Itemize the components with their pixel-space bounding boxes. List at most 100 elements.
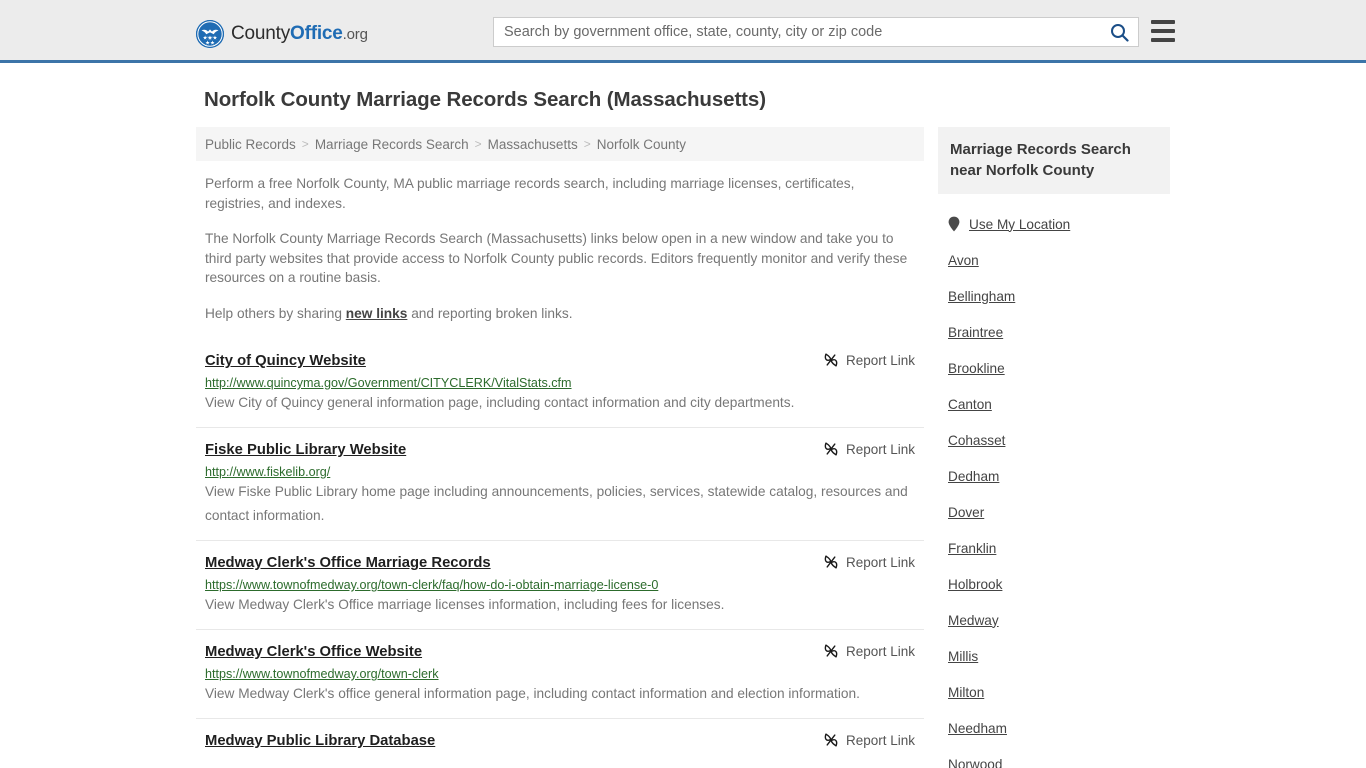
use-my-location-link[interactable]: Use My Location	[969, 217, 1070, 232]
intro-text-before: Help others by sharing	[205, 305, 346, 321]
hamburger-menu-button[interactable]	[1151, 20, 1175, 42]
report-link-button[interactable]: Report Link	[823, 554, 915, 570]
intro-paragraph-3: Help others by sharing new links and rep…	[196, 304, 924, 324]
site-logo-text: CountyOffice.org	[231, 23, 368, 45]
broken-link-icon	[824, 442, 838, 456]
results-list: City of Quincy Website Report Link http:…	[196, 339, 924, 762]
result-title-link[interactable]: Medway Clerk's Office Marriage Records	[205, 555, 491, 571]
sidebar-item-dedham[interactable]: Dedham	[938, 458, 1170, 494]
main-content: Public Records > Marriage Records Search…	[196, 127, 924, 762]
sidebar-item-canton[interactable]: Canton	[938, 386, 1170, 422]
sidebar-item-millis[interactable]: Millis	[938, 638, 1170, 674]
breadcrumb-separator: >	[301, 137, 309, 151]
map-pin-icon	[948, 216, 960, 232]
page-title: Norfolk County Marriage Records Search (…	[204, 88, 766, 111]
result-title-link[interactable]: City of Quincy Website	[205, 353, 366, 369]
intro-paragraph-2: The Norfolk County Marriage Records Sear…	[205, 231, 908, 285]
report-link-button[interactable]: Report Link	[823, 643, 915, 659]
sidebar-city-link[interactable]: Franklin	[948, 541, 996, 556]
breadcrumb-separator: >	[474, 137, 482, 151]
sidebar-city-link[interactable]: Avon	[948, 253, 979, 268]
result-url[interactable]: https://www.townofmedway.org/town-clerk/…	[205, 578, 915, 592]
intro-text-after: and reporting broken links.	[407, 305, 573, 321]
sidebar-item-milton[interactable]: Milton	[938, 674, 1170, 710]
sidebar-city-link[interactable]: Millis	[948, 649, 978, 664]
sidebar-item-medway[interactable]: Medway	[938, 602, 1170, 638]
sidebar-city-link[interactable]: Canton	[948, 397, 992, 412]
site-header: ★★★ ★★ CountyOffice.org	[0, 0, 1366, 63]
search-icon	[1110, 23, 1129, 42]
result-title-link[interactable]: Medway Public Library Database	[205, 733, 435, 749]
report-link-button[interactable]: Report Link	[823, 732, 915, 748]
result-item: Medway Clerk's Office Marriage Records R…	[196, 540, 924, 629]
sidebar: Marriage Records Search near Norfolk Cou…	[938, 127, 1170, 768]
sidebar-item-franklin[interactable]: Franklin	[938, 530, 1170, 566]
sidebar-item-dover[interactable]: Dover	[938, 494, 1170, 530]
sidebar-heading: Marriage Records Search near Norfolk Cou…	[938, 127, 1170, 194]
sidebar-city-link[interactable]: Braintree	[948, 325, 1003, 340]
sidebar-item-braintree[interactable]: Braintree	[938, 314, 1170, 350]
search-input[interactable]	[494, 19, 1100, 45]
result-title-link[interactable]: Fiske Public Library Website	[205, 442, 406, 458]
use-my-location-row[interactable]: Use My Location	[938, 206, 1170, 242]
sidebar-item-holbrook[interactable]: Holbrook	[938, 566, 1170, 602]
result-url[interactable]: https://www.townofmedway.org/town-clerk	[205, 667, 915, 681]
sidebar-item-brookline[interactable]: Brookline	[938, 350, 1170, 386]
search-button[interactable]	[1100, 18, 1138, 46]
sidebar-city-link[interactable]: Milton	[948, 685, 984, 700]
hamburger-bar-3	[1151, 38, 1175, 42]
breadcrumb-item-norfolk-county[interactable]: Norfolk County	[597, 137, 686, 152]
sidebar-city-link[interactable]: Bellingham	[948, 289, 1015, 304]
sidebar-city-link[interactable]: Dover	[948, 505, 984, 520]
sidebar-city-link[interactable]: Medway	[948, 613, 999, 628]
sidebar-item-needham[interactable]: Needham	[938, 710, 1170, 746]
breadcrumb-separator: >	[583, 137, 591, 151]
result-item: City of Quincy Website Report Link http:…	[196, 339, 924, 427]
result-title-link[interactable]: Medway Clerk's Office Website	[205, 644, 422, 660]
sidebar-item-avon[interactable]: Avon	[938, 242, 1170, 278]
report-link-label: Report Link	[845, 352, 915, 368]
eagle-stars-shield-icon: ★★★ ★★	[196, 20, 224, 48]
intro-paragraph-1: Perform a free Norfolk County, MA public…	[205, 176, 855, 211]
result-url[interactable]: http://www.fiskelib.org/	[205, 465, 915, 479]
brand-part-county: County	[231, 23, 291, 44]
broken-link-icon	[824, 555, 838, 569]
breadcrumb: Public Records > Marriage Records Search…	[196, 127, 924, 161]
broken-link-icon	[824, 644, 838, 658]
sidebar-item-bellingham[interactable]: Bellingham	[938, 278, 1170, 314]
sidebar-item-norwood[interactable]: Norwood	[938, 746, 1170, 768]
new-links-link[interactable]: new links	[346, 306, 408, 321]
sidebar-city-link[interactable]: Needham	[948, 721, 1007, 736]
report-link-label: Report Link	[845, 643, 915, 659]
result-item: Medway Clerk's Office Website Report Lin…	[196, 629, 924, 718]
breadcrumb-item-public-records[interactable]: Public Records	[205, 137, 296, 152]
sidebar-city-link[interactable]: Norwood	[948, 757, 1002, 768]
sidebar-city-list: Use My Location Avon Bellingham Braintre…	[938, 206, 1170, 768]
broken-link-icon	[824, 353, 838, 367]
result-item: Fiske Public Library Website Report Link	[196, 427, 924, 540]
search-bar[interactable]	[493, 17, 1139, 47]
report-link-button[interactable]: Report Link	[823, 441, 915, 457]
result-description: View Fiske Public Library home page incl…	[205, 484, 908, 523]
sidebar-item-cohasset[interactable]: Cohasset	[938, 422, 1170, 458]
breadcrumb-item-massachusetts[interactable]: Massachusetts	[488, 137, 578, 152]
result-url[interactable]: http://www.quincyma.gov/Government/CITYC…	[205, 376, 915, 390]
report-link-label: Report Link	[845, 732, 915, 748]
hamburger-bar-2	[1151, 29, 1175, 33]
breadcrumb-item-marriage-records-search[interactable]: Marriage Records Search	[315, 137, 469, 152]
sidebar-city-link[interactable]: Brookline	[948, 361, 1005, 376]
sidebar-city-link[interactable]: Dedham	[948, 469, 999, 484]
broken-link-icon	[824, 733, 838, 747]
report-link-label: Report Link	[845, 554, 915, 570]
sidebar-city-link[interactable]: Cohasset	[948, 433, 1005, 448]
brand-part-org: .org	[342, 26, 368, 43]
sidebar-city-link[interactable]: Holbrook	[948, 577, 1002, 592]
result-description: View Medway Clerk's office general infor…	[205, 686, 860, 701]
svg-text:★★: ★★	[205, 40, 215, 46]
report-link-button[interactable]: Report Link	[823, 352, 915, 368]
result-item: Medway Public Library Database Report Li…	[196, 718, 924, 762]
site-logo[interactable]: ★★★ ★★ CountyOffice.org	[196, 20, 368, 48]
brand-part-office: Office	[290, 23, 343, 44]
report-link-label: Report Link	[845, 441, 915, 457]
result-description: View Medway Clerk's Office marriage lice…	[205, 597, 725, 612]
